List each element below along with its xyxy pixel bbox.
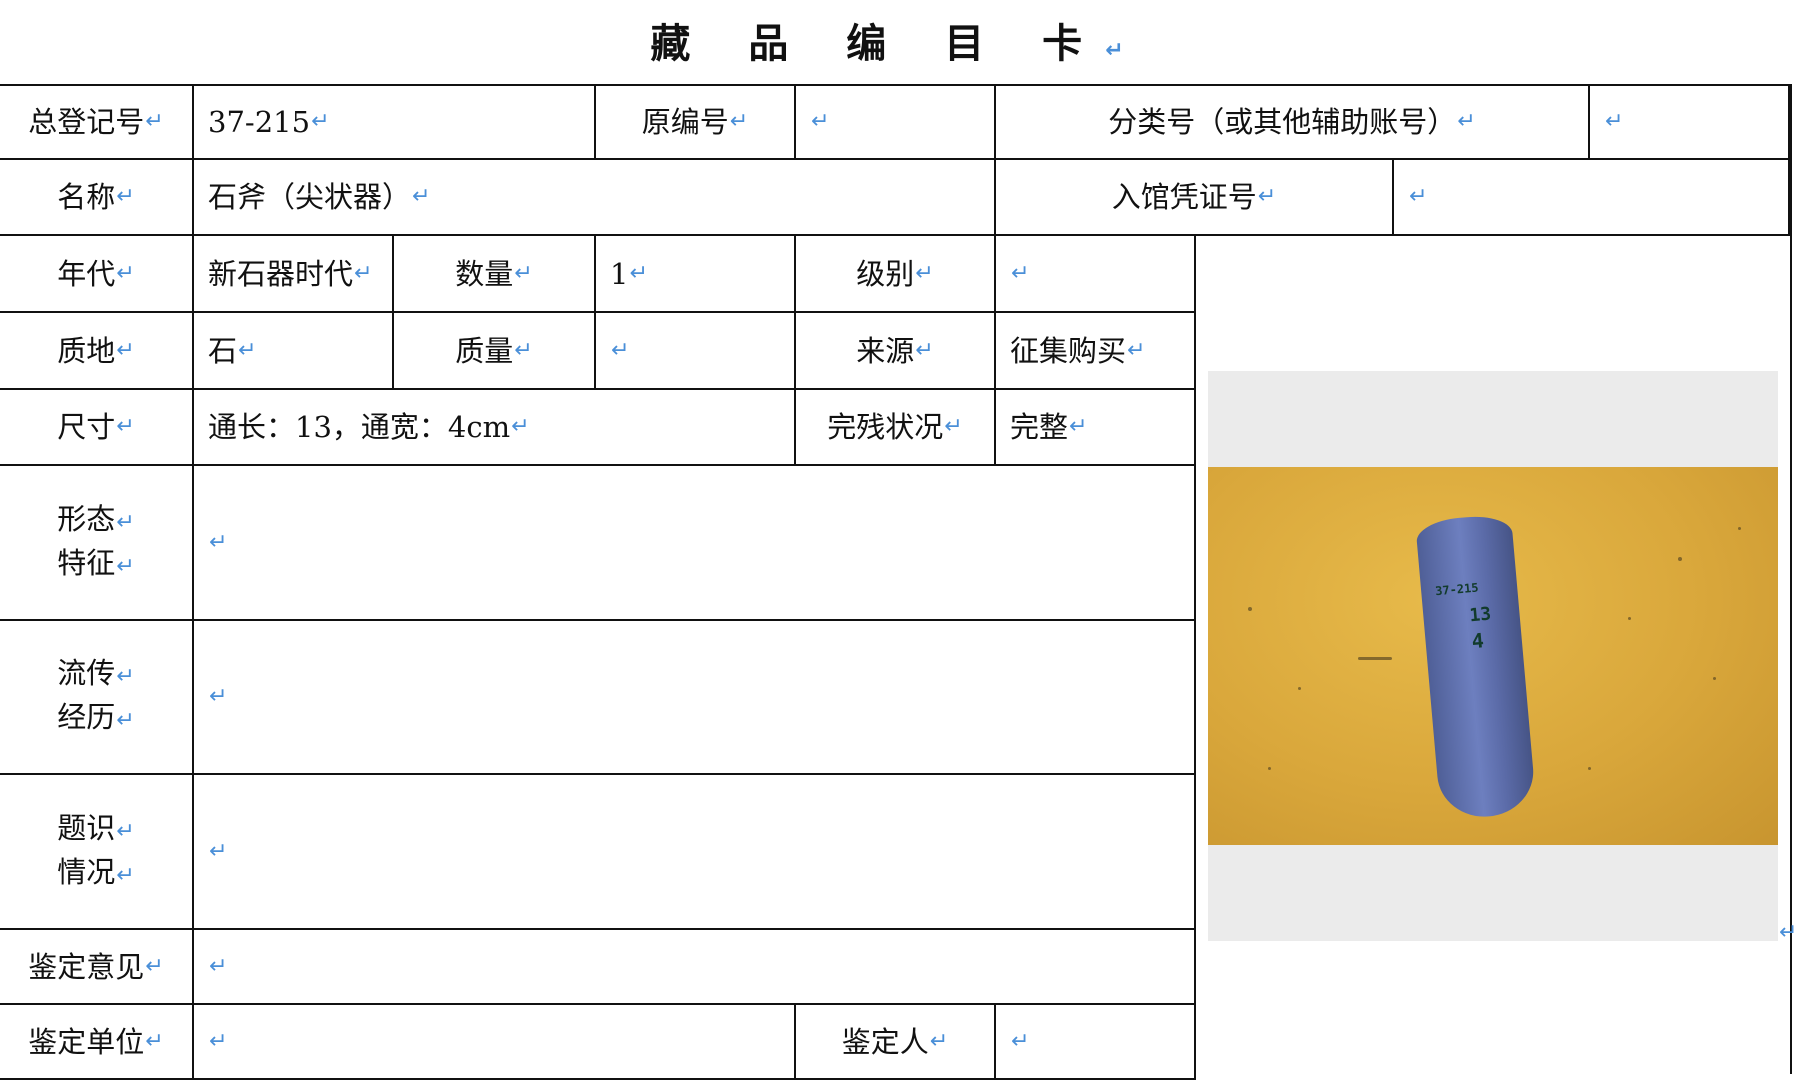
source-value[interactable]: 征集购买 ↵ — [996, 313, 1196, 390]
voucher-value[interactable]: ↵ — [1394, 160, 1790, 236]
axe-mark-number: 37-215 — [1434, 580, 1480, 599]
form-label: 形态↵ 特征↵ — [0, 466, 194, 621]
name-value[interactable]: 石斧（尖状器） ↵ — [194, 160, 996, 236]
card-title: 藏 品 编 目 卡↵ — [650, 21, 1146, 67]
era-label: 年代 ↵ — [0, 236, 194, 313]
voucher-label: 入馆凭证号 ↵ — [996, 160, 1394, 236]
qty-label: 数量 ↵ — [394, 236, 596, 313]
condition-label: 完残状况 ↵ — [796, 390, 996, 466]
class-no-value[interactable]: ↵ — [1590, 86, 1790, 160]
opinion-label: 鉴定意见 ↵ — [0, 930, 194, 1005]
inscription-value[interactable]: ↵ — [194, 775, 1196, 930]
appraiser-label: 鉴定人 ↵ — [796, 1005, 996, 1080]
form-value[interactable]: ↵ — [194, 466, 1196, 621]
artifact-photo: 37-215 13 4 — [1208, 467, 1778, 845]
axe-mark-length: 13 — [1468, 603, 1493, 627]
appraiser-value[interactable]: ↵ — [996, 1005, 1196, 1080]
mass-value[interactable]: ↵ — [596, 313, 796, 390]
reg-no-label: 总登记号 ↵ — [0, 86, 194, 160]
grade-value[interactable]: ↵ — [996, 236, 1196, 313]
photo-return-mark: ↵ — [1779, 920, 1796, 945]
era-value[interactable]: 新石器时代 ↵ — [194, 236, 394, 313]
history-label: 流传↵ 经历↵ — [0, 621, 194, 775]
inscription-label: 题识↵ 情况↵ — [0, 775, 194, 930]
unit-value[interactable]: ↵ — [194, 1005, 796, 1080]
name-label: 名称 ↵ — [0, 160, 194, 236]
condition-value[interactable]: 完整 ↵ — [996, 390, 1196, 466]
class-no-label: 分类号（或其他辅助账号） ↵ — [996, 86, 1590, 160]
orig-no-value[interactable]: ↵ — [796, 86, 996, 160]
reg-no-value[interactable]: 37-215 ↵ — [194, 86, 596, 160]
source-label: 来源 ↵ — [796, 313, 996, 390]
size-label: 尺寸 ↵ — [0, 390, 194, 466]
material-value[interactable]: 石 ↵ — [194, 313, 394, 390]
orig-no-label: 原编号 ↵ — [596, 86, 796, 160]
unit-label: 鉴定单位 ↵ — [0, 1005, 194, 1080]
qty-value[interactable]: 1 ↵ — [596, 236, 796, 313]
material-label: 质地 ↵ — [0, 313, 194, 390]
artifact-photo-frame: 37-215 13 4 — [1208, 371, 1778, 941]
stone-axe: 37-215 13 4 — [1415, 513, 1537, 821]
history-value[interactable]: ↵ — [194, 621, 1196, 775]
mass-label: 质量 ↵ — [394, 313, 596, 390]
axe-mark-width: 4 — [1470, 628, 1485, 654]
grade-label: 级别 ↵ — [796, 236, 996, 313]
opinion-value[interactable]: ↵ — [194, 930, 1196, 1005]
size-value[interactable]: 通长：13，通宽：4cm ↵ — [194, 390, 796, 466]
